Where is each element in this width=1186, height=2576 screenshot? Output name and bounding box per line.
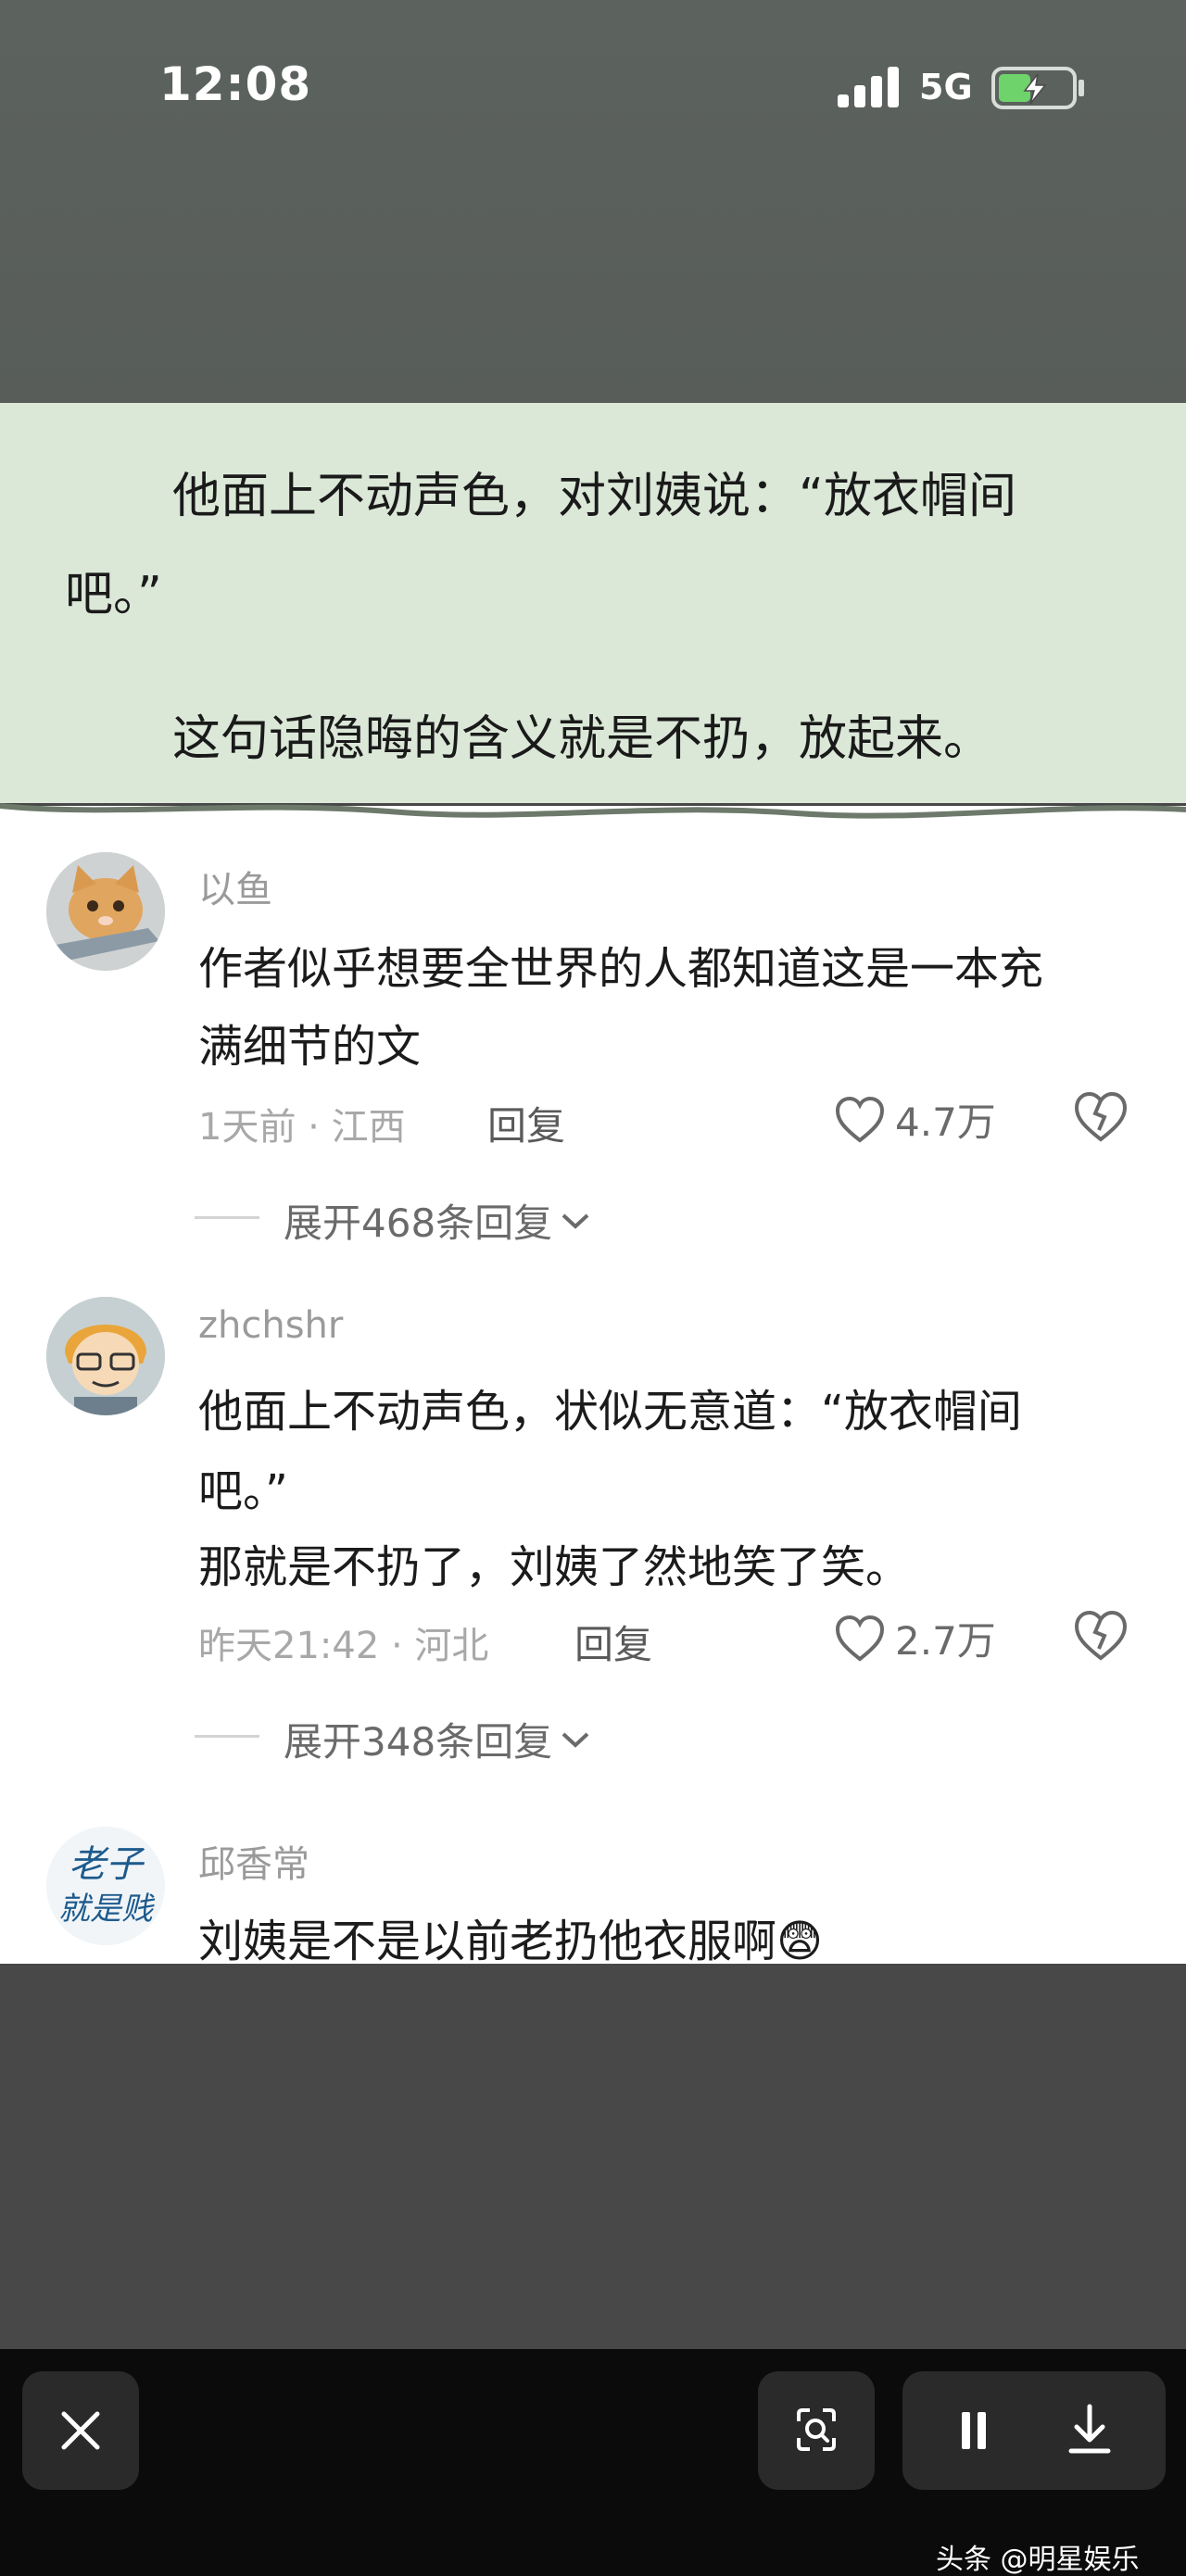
reply-button[interactable]: 回复 bbox=[574, 1614, 652, 1670]
avatar-text: 老子 bbox=[69, 1843, 145, 1886]
battery-tip bbox=[1079, 80, 1084, 96]
comment-text: 作者似乎想要全世界的人都知道这是一本充 bbox=[198, 943, 1044, 995]
chevron-down-icon bbox=[561, 1213, 589, 1229]
expand-label: 展开348条回复 bbox=[284, 1719, 553, 1765]
scan-button[interactable] bbox=[758, 2371, 875, 2490]
book-excerpt: 他面上不动声色，对刘姨说：“放衣帽间 吧。” 这句话隐晦的含义就是不扔，放起来。 bbox=[0, 403, 1186, 803]
close-icon bbox=[61, 2411, 100, 2450]
comment-username[interactable]: 邱香常 bbox=[198, 1834, 309, 1888]
broken-heart-icon[interactable] bbox=[1073, 1089, 1129, 1145]
excerpt-line: 他面上不动声色，对刘姨说：“放衣帽间 bbox=[172, 469, 1016, 524]
avatar[interactable]: 老子 就是贱 bbox=[46, 1827, 165, 1945]
heart-icon bbox=[835, 1615, 885, 1662]
comment-meta: 1天前 · 江西 bbox=[198, 1106, 406, 1149]
scan-icon bbox=[797, 2408, 836, 2451]
reply-button[interactable]: 回复 bbox=[487, 1095, 565, 1151]
expand-replies-button[interactable]: 展开468条回复 bbox=[284, 1192, 591, 1249]
expand-divider bbox=[195, 1735, 259, 1738]
comment-meta: 昨天21:42 · 河北 bbox=[198, 1625, 489, 1667]
battery-icon bbox=[991, 67, 1077, 109]
fear-emoji-icon: 😨 bbox=[776, 1916, 824, 1967]
expand-label: 展开468条回复 bbox=[284, 1200, 553, 1246]
comment-text: 他面上不动声色，状似无意道：“放衣帽间 bbox=[198, 1386, 1022, 1438]
like-button[interactable]: 2.7万 bbox=[834, 1610, 996, 1666]
comment-username[interactable]: 以鱼 bbox=[198, 860, 272, 913]
like-count: 2.7万 bbox=[895, 1618, 996, 1664]
broken-heart-icon[interactable] bbox=[1073, 1608, 1129, 1664]
comment-username[interactable]: zhchshr bbox=[198, 1304, 343, 1347]
comment-text: 满细节的文 bbox=[198, 1021, 422, 1073]
like-button[interactable]: 4.7万 bbox=[834, 1091, 996, 1148]
avatar-text: 就是贱 bbox=[58, 1891, 156, 1928]
signal-icon bbox=[838, 65, 901, 107]
watermark: 头条 @明星娱乐 bbox=[936, 2544, 1140, 2576]
playback-controls bbox=[902, 2371, 1166, 2490]
status-time: 12:08 bbox=[159, 57, 312, 111]
expand-replies-button[interactable]: 展开348条回复 bbox=[284, 1711, 591, 1767]
excerpt-line: 吧。” bbox=[65, 567, 162, 622]
comment-text: 那就是不扔了，刘姨了然地笑了笑。 bbox=[198, 1541, 911, 1593]
torn-edge bbox=[0, 803, 1186, 852]
expand-divider bbox=[195, 1216, 259, 1219]
like-count: 4.7万 bbox=[895, 1100, 996, 1145]
chevron-down-icon bbox=[561, 1732, 589, 1748]
avatar[interactable] bbox=[46, 1297, 165, 1415]
download-icon[interactable] bbox=[1034, 2371, 1166, 2490]
excerpt-line: 这句话隐晦的含义就是不扔，放起来。 bbox=[172, 711, 992, 767]
avatar[interactable] bbox=[46, 852, 165, 971]
comment-text: 刘姨是不是以前老扔他衣服啊😨 bbox=[198, 1916, 824, 1967]
comment-text: 吧。” bbox=[198, 1465, 288, 1517]
heart-icon bbox=[835, 1096, 885, 1143]
status-bar: 12:08 5G bbox=[0, 0, 1186, 176]
close-button[interactable] bbox=[22, 2371, 139, 2490]
network-type: 5G bbox=[919, 67, 973, 107]
